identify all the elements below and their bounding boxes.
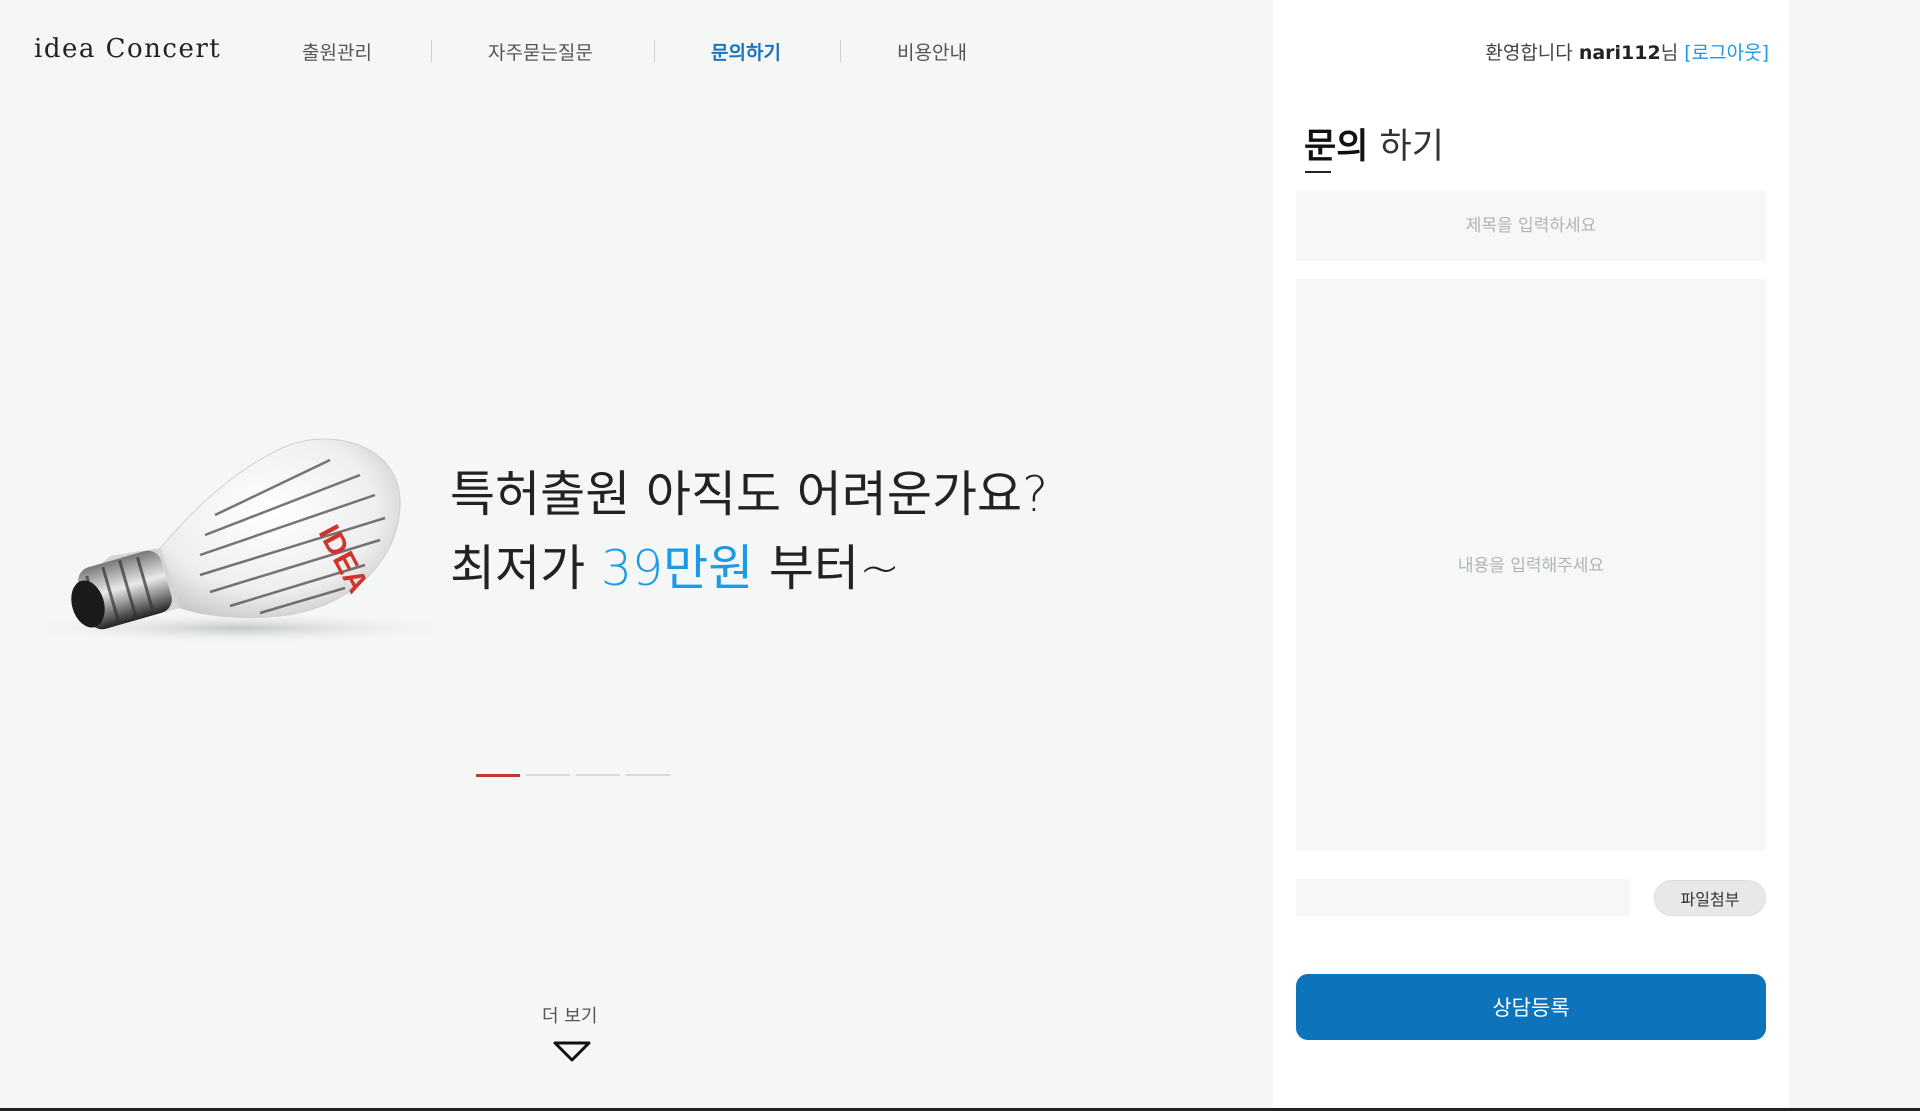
username: nari112 [1578, 42, 1661, 64]
nav-item-application[interactable]: 출원관리 [302, 38, 372, 65]
content-textarea[interactable] [1296, 279, 1766, 851]
hero-headline: 특허출원 아직도 어려운가요? 최저가 39만원 부터~ [450, 458, 1048, 606]
slide-indicator-3[interactable] [576, 774, 620, 776]
nav-item-faq[interactable]: 자주묻는질문 [488, 38, 593, 65]
more-link[interactable]: 더 보기 [542, 1002, 597, 1028]
title-underline [1305, 171, 1331, 173]
form-title: 문의 하기 [1304, 118, 1444, 169]
logo[interactable]: idea Concert [34, 34, 221, 64]
triangle-down-icon[interactable] [552, 1040, 592, 1064]
hero-line-1: 특허출원 아직도 어려운가요? [450, 466, 1049, 523]
slide-indicator-2[interactable] [526, 774, 570, 776]
nav-item-pricing[interactable]: 비용안내 [897, 38, 967, 65]
file-name-field[interactable] [1296, 879, 1630, 916]
hero-line-2-suffix: 부터~ [753, 540, 901, 597]
welcome-suffix: 님 [1660, 42, 1679, 64]
welcome-message: 환영합니다 nari112님 [로그아웃] [1485, 38, 1769, 65]
logout-link[interactable]: [로그아웃] [1684, 42, 1769, 64]
nav-item-inquiry[interactable]: 문의하기 [711, 38, 781, 65]
nav-divider [654, 40, 655, 62]
welcome-prefix: 환영합니다 [1485, 42, 1579, 64]
slide-indicator-1[interactable] [476, 774, 520, 777]
hero-price: 39만원 [600, 540, 754, 597]
form-title-rest: 하기 [1368, 127, 1444, 167]
hero-line-2: 최저가 39만원 부터~ [450, 532, 1048, 606]
lightbulb-image: IDEA [5, 438, 475, 644]
subject-input[interactable] [1296, 190, 1766, 261]
attach-file-button[interactable]: 파일첨부 [1654, 880, 1766, 916]
side-margin [1789, 0, 1920, 1109]
form-title-strong: 문의 [1304, 127, 1369, 167]
slide-indicator-4[interactable] [626, 774, 670, 776]
nav-divider [431, 40, 432, 62]
nav-divider [840, 40, 841, 62]
submit-consultation-button[interactable]: 상담등록 [1296, 974, 1766, 1040]
hero-line-2-prefix: 최저가 [450, 540, 601, 597]
